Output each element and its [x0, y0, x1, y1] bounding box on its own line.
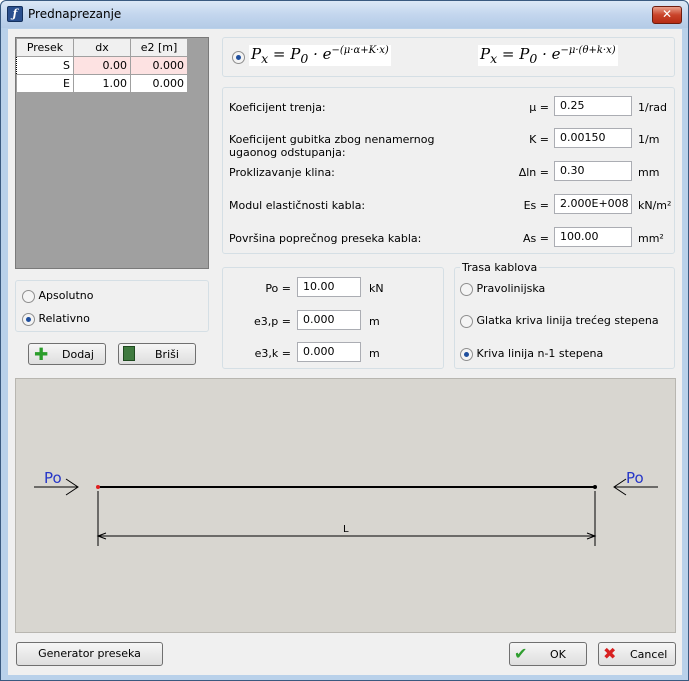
cell-presek[interactable]: E: [16, 74, 74, 93]
trash-icon: [123, 346, 135, 361]
param-symbol-as: As =: [523, 232, 549, 245]
trasa-group: Trasa kablova Pravolinijska Glatka kriva…: [454, 261, 675, 369]
formula-1-exponent: −(μ·α+K·x): [331, 45, 389, 56]
param-symbol-mu: μ =: [529, 101, 549, 114]
add-button-label: Dodaj: [62, 348, 94, 361]
radio-relativno[interactable]: [22, 312, 35, 326]
dialog-window: ƒ Prednaprezanje ✕ Presek dx e2 [m] S 0.…: [0, 0, 689, 681]
cancel-x-icon: ✖: [603, 644, 617, 663]
table-row[interactable]: E 1.00 0.000: [16, 74, 188, 93]
trasa-title: Trasa kablova: [460, 261, 540, 274]
col-header-e2[interactable]: e2 [m]: [130, 38, 188, 57]
param-unit-es: kN/m²: [638, 199, 672, 212]
e3k-input[interactable]: 0.000: [297, 342, 361, 362]
radio-pravolinijska[interactable]: [460, 282, 473, 296]
param-symbol-k: K =: [529, 133, 549, 146]
formula-1[interactable]: Px = P0 · e−(μ·α+K·x): [249, 45, 391, 66]
mode-group: Apsolutno Relativno: [15, 280, 209, 332]
cell-e2[interactable]: 0.000: [130, 56, 188, 75]
generator-button[interactable]: Generator preseka: [16, 642, 163, 666]
po-unit: kN: [369, 282, 384, 295]
param-label-dln: Proklizavanje klina:: [229, 166, 335, 179]
dimension-label: L: [343, 524, 349, 535]
param-unit-as: mm²: [638, 232, 664, 245]
param-label-as: Površina poprečnog preseka kabla:: [229, 232, 422, 245]
right-force-label: Po: [626, 469, 644, 487]
cell-e2[interactable]: 0.000: [130, 74, 188, 93]
formula-2-exponent: −μ·(θ+k·x): [560, 45, 616, 56]
start-point[interactable]: [96, 485, 100, 489]
k-input[interactable]: 0.00150: [554, 128, 632, 148]
delete-button[interactable]: Briši: [118, 343, 196, 365]
col-header-dx[interactable]: dx: [73, 38, 131, 57]
param-unit-dln: mm: [638, 166, 660, 179]
cell-dx[interactable]: 0.00: [73, 56, 131, 75]
trasa-option-1[interactable]: Glatka kriva linija trećeg stepena: [460, 314, 659, 328]
left-force-label: Po: [44, 469, 62, 487]
param-symbol-es: Es =: [523, 199, 549, 212]
radio-kriva-n-1[interactable]: [460, 347, 473, 361]
as-input[interactable]: 100.00: [554, 227, 632, 247]
cell-dx[interactable]: 1.00: [73, 74, 131, 93]
cancel-button[interactable]: ✖ Cancel: [598, 642, 676, 666]
cable-drawing: Po Po L: [34, 469, 658, 546]
table-row[interactable]: S 0.00 0.000: [16, 56, 188, 75]
e3k-unit: m: [369, 347, 380, 360]
mode-relativno[interactable]: Relativno: [22, 312, 90, 326]
end-point[interactable]: [593, 485, 597, 489]
param-unit-k: 1/m: [638, 133, 660, 146]
mode-apsolutno[interactable]: Apsolutno: [22, 289, 94, 303]
app-icon: ƒ: [7, 6, 23, 22]
po-input[interactable]: 10.00: [297, 277, 361, 297]
radio-glatka[interactable]: [460, 314, 473, 328]
dln-input[interactable]: 0.30: [554, 161, 632, 181]
trasa-option-label: Pravolinijska: [476, 282, 546, 295]
formula-2[interactable]: Px = P0 · e−μ·(θ+k·x): [478, 45, 618, 66]
close-button[interactable]: ✕: [652, 6, 682, 24]
es-input[interactable]: 2.000E+008: [554, 194, 632, 214]
e3p-unit: m: [369, 315, 380, 328]
mu-input[interactable]: 0.25: [554, 96, 632, 116]
param-label-k: Koeficijent gubitka zbog nenamernog ugao…: [229, 133, 435, 159]
cancel-button-label: Cancel: [630, 648, 668, 661]
param-unit-mu: 1/rad: [638, 101, 667, 114]
radio-formula-1[interactable]: [232, 50, 245, 64]
trasa-option-label: Glatka kriva linija trećeg stepena: [476, 314, 659, 327]
param-label-mu: Koeficijent trenja:: [229, 101, 326, 114]
relativno-label: Relativno: [38, 312, 90, 325]
delete-button-label: Briši: [155, 348, 179, 361]
grid-header-row: Presek dx e2 [m]: [16, 38, 188, 57]
cable-drawing-canvas[interactable]: Po Po L: [15, 378, 676, 633]
force-group: Po = 10.00 kN e3,p = 0.000 m e3,k = 0.00…: [222, 267, 444, 369]
e3p-symbol: e3,p =: [254, 315, 291, 328]
param-symbol-dln: Δln =: [518, 166, 549, 179]
trasa-option-label: Kriva linija n-1 stepena: [476, 347, 604, 360]
col-header-presek[interactable]: Presek: [16, 38, 74, 57]
checkmark-icon: ✔: [514, 644, 528, 663]
parameters-group: Koeficijent trenja: μ = 0.25 1/rad Koefi…: [222, 87, 675, 254]
add-button[interactable]: ✚ Dodaj: [28, 343, 106, 365]
ok-button-label: OK: [550, 648, 566, 661]
window-title: Prednaprezanje: [28, 7, 122, 21]
apsolutno-label: Apsolutno: [38, 289, 94, 302]
ok-button[interactable]: ✔ OK: [509, 642, 587, 666]
sections-table: Presek dx e2 [m] S 0.00 0.000 E 1.00 0.0…: [16, 38, 188, 93]
dialog-client: Presek dx e2 [m] S 0.00 0.000 E 1.00 0.0…: [8, 29, 682, 675]
e3p-input[interactable]: 0.000: [297, 310, 361, 330]
sections-grid[interactable]: Presek dx e2 [m] S 0.00 0.000 E 1.00 0.0…: [15, 37, 209, 269]
plus-icon: ✚: [34, 345, 49, 365]
cell-presek[interactable]: S: [16, 56, 74, 75]
param-label-es: Modul elastičnosti kabla:: [229, 199, 366, 212]
trasa-option-0[interactable]: Pravolinijska: [460, 282, 545, 296]
radio-apsolutno[interactable]: [22, 289, 35, 303]
trasa-option-2[interactable]: Kriva linija n-1 stepena: [460, 347, 603, 361]
po-symbol: Po =: [265, 282, 291, 295]
e3k-symbol: e3,k =: [254, 347, 291, 360]
formula-group: Px = P0 · e−(μ·α+K·x) Px = P0 · e−μ·(θ+k…: [222, 37, 675, 77]
title-bar: ƒ Prednaprezanje ✕: [1, 1, 688, 28]
